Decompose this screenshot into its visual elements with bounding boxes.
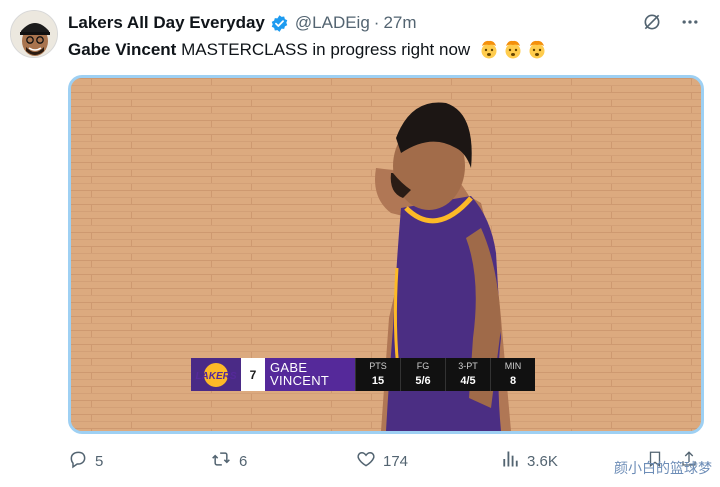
tweet-header: Lakers All Day Everyday @LADEig · 27m: [68, 11, 417, 35]
avatar[interactable]: [10, 10, 58, 58]
exploding-head-emoji: [503, 39, 523, 59]
stat-value: 15: [371, 375, 385, 387]
views-icon: [500, 449, 520, 473]
separator-dot: ·: [373, 13, 380, 32]
jersey-number: 7: [241, 358, 265, 391]
lakers-logo: LAKERS: [191, 358, 241, 391]
reply-count: 5: [95, 452, 104, 470]
display-name[interactable]: Lakers All Day Everyday: [68, 13, 265, 33]
verified-badge-icon: [270, 14, 289, 33]
handle[interactable]: @LADEig: [295, 13, 370, 33]
exploding-head-emoji: [479, 39, 499, 59]
media-video[interactable]: LAKERS 7 GABE VINCENT PTS 15 FG 5/6 3-PT…: [68, 75, 704, 434]
tweet-text-bold: Gabe Vincent: [68, 40, 177, 59]
stat-value: 5/6: [415, 375, 431, 387]
tweet-text-rest: MASTERCLASS in progress right now: [176, 40, 471, 59]
emoji-row: [479, 39, 547, 59]
tweet-actions: 5 6 174 3.6K: [68, 449, 708, 473]
views-button[interactable]: 3.6K: [500, 449, 558, 473]
like-count: 174: [383, 452, 409, 470]
avatar-image: [11, 11, 57, 57]
repost-count: 6: [239, 452, 248, 470]
stat-fg: FG 5/6: [400, 358, 445, 391]
stat-value: 8: [509, 375, 517, 387]
stat-label: FG: [416, 361, 430, 371]
grok-icon[interactable]: [642, 12, 662, 37]
stat-min: MIN 8: [490, 358, 535, 391]
player-last-name: VINCENT: [270, 373, 330, 388]
timestamp[interactable]: 27m: [383, 13, 416, 33]
reply-button[interactable]: 5: [68, 449, 103, 473]
stat-label: 3-PT: [458, 361, 478, 371]
like-icon: [356, 449, 376, 473]
stat-pts: PTS 15: [355, 358, 400, 391]
stat-label: PTS: [369, 361, 387, 371]
scorebug: LAKERS 7 GABE VINCENT PTS 15 FG 5/6 3-PT…: [191, 358, 535, 391]
tweet-top-actions: [642, 12, 700, 37]
player-name: GABE VINCENT: [265, 358, 355, 391]
stat-label: MIN: [504, 361, 522, 371]
stat-3pt: 3-PT 4/5: [445, 358, 490, 391]
watermark-text: 颜小白的篮球梦: [614, 461, 712, 477]
stat-value: 4/5: [460, 375, 476, 387]
views-count: 3.6K: [527, 452, 558, 470]
more-icon[interactable]: [680, 12, 700, 37]
lakers-logo-text: LAKERS: [195, 371, 236, 382]
stats-panel: PTS 15 FG 5/6 3-PT 4/5 MIN 8: [355, 358, 535, 391]
reply-icon: [68, 449, 88, 473]
like-button[interactable]: 174: [356, 449, 408, 473]
repost-icon: [210, 449, 232, 473]
exploding-head-emoji: [527, 39, 547, 59]
tweet-text: Gabe Vincent MASTERCLASS in progress rig…: [68, 38, 547, 62]
repost-button[interactable]: 6: [210, 449, 247, 473]
